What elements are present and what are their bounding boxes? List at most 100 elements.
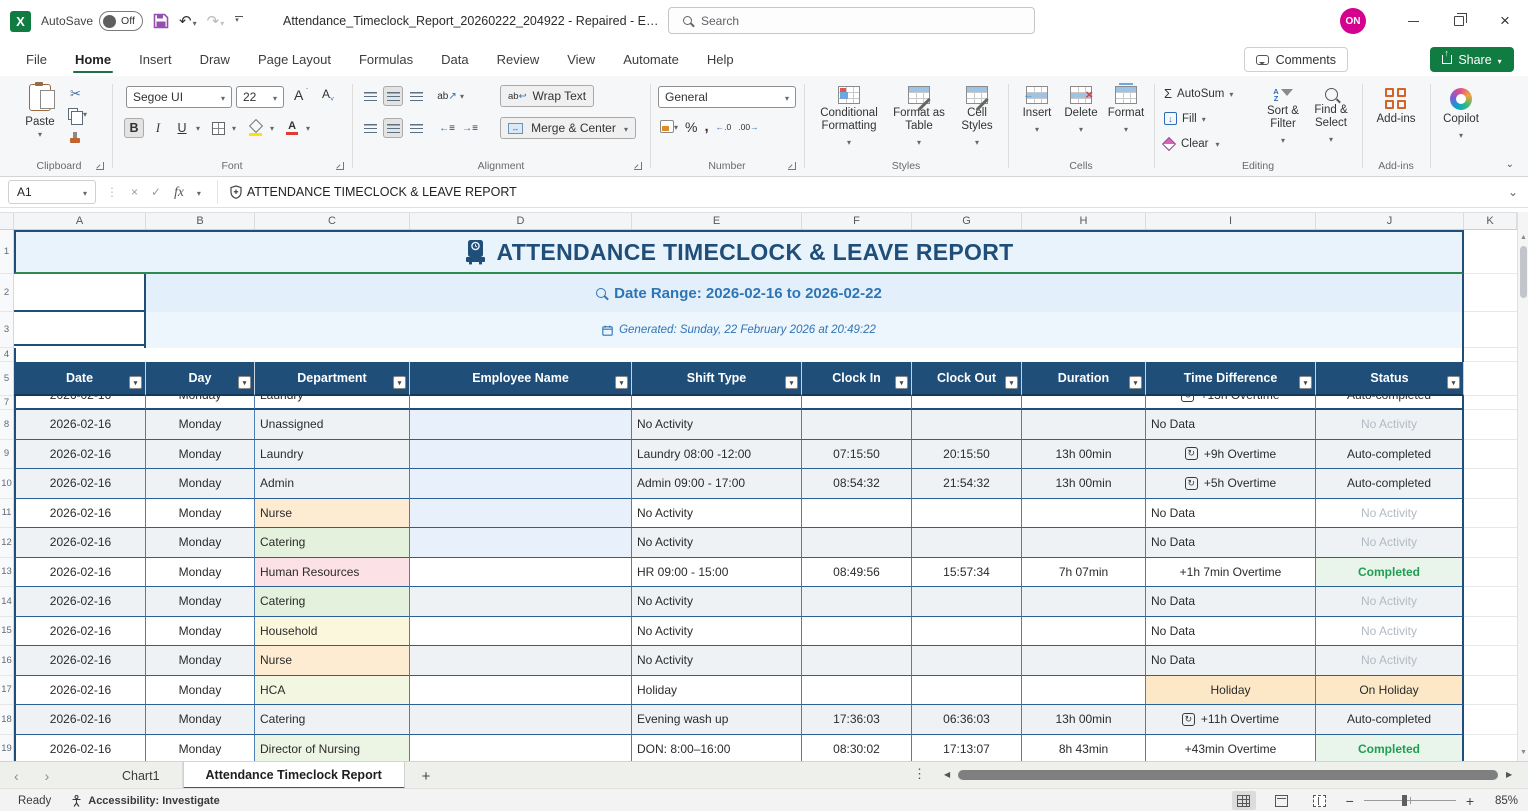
cell-status[interactable]: Completed bbox=[1316, 735, 1464, 762]
column-header-clock-out[interactable]: Clock Out bbox=[912, 362, 1022, 396]
cell-time-difference[interactable]: No Data bbox=[1146, 587, 1316, 617]
zoom-track[interactable] bbox=[1364, 800, 1456, 801]
font-dialog-launcher-icon[interactable] bbox=[336, 162, 344, 170]
cell-day[interactable]: Monday bbox=[146, 410, 255, 440]
orientation-button[interactable]: ab↗ bbox=[437, 86, 457, 106]
column-header-H[interactable]: H bbox=[1022, 213, 1146, 229]
next-sheet-icon[interactable]: › bbox=[45, 768, 50, 784]
cell-employee-name[interactable] bbox=[410, 528, 632, 558]
column-header-department[interactable]: Department bbox=[255, 362, 410, 396]
row-header-13[interactable]: 13 bbox=[0, 558, 13, 588]
cell-clock-in[interactable] bbox=[802, 499, 912, 529]
select-all-corner[interactable] bbox=[0, 213, 14, 229]
cell-clock-in[interactable] bbox=[802, 617, 912, 647]
filter-dropdown-icon[interactable] bbox=[393, 376, 406, 389]
cell-shift-type[interactable]: Laundry 08:00 -12:00 bbox=[632, 440, 802, 470]
column-header-B[interactable]: B bbox=[146, 213, 255, 229]
cell-employee-name[interactable] bbox=[410, 617, 632, 647]
column-header-D[interactable]: D bbox=[410, 213, 632, 229]
cell-department[interactable]: Admin bbox=[255, 469, 410, 499]
cell-duration[interactable] bbox=[1022, 528, 1146, 558]
cell-shift-type[interactable]: No Activity bbox=[632, 646, 802, 676]
clipboard-dialog-launcher-icon[interactable] bbox=[96, 162, 104, 170]
redo-button[interactable]: ↷ bbox=[207, 12, 225, 30]
cell-status[interactable]: No Activity bbox=[1316, 499, 1464, 529]
align-right-button[interactable] bbox=[406, 118, 426, 138]
save-icon[interactable] bbox=[153, 13, 169, 29]
empty-cell[interactable] bbox=[1464, 230, 1517, 274]
decrease-font-button[interactable]: A˅ bbox=[322, 87, 334, 103]
cell-day[interactable]: Monday bbox=[146, 617, 255, 647]
cell-shift-type[interactable]: HR 09:00 - 15:00 bbox=[632, 558, 802, 588]
cell-date[interactable]: 2026-02-16 bbox=[14, 617, 146, 647]
align-center-button[interactable] bbox=[383, 118, 403, 138]
tab-options-icon[interactable]: ⋮ bbox=[913, 766, 926, 782]
cell-clock-out[interactable]: 21:54:32 bbox=[912, 469, 1022, 499]
empty-cell[interactable] bbox=[1464, 558, 1517, 588]
column-header-I[interactable]: I bbox=[1146, 213, 1316, 229]
row-header-3[interactable]: 3 bbox=[0, 312, 13, 348]
cell-clock-in[interactable] bbox=[802, 410, 912, 440]
find-select-button[interactable]: Find & Select bbox=[1308, 88, 1354, 146]
cell-time-difference[interactable]: No Data bbox=[1146, 617, 1316, 647]
empty-cell[interactable] bbox=[1464, 348, 1517, 362]
cell-day[interactable]: Monday bbox=[146, 396, 255, 410]
cell-clock-out[interactable] bbox=[912, 396, 1022, 410]
cell-time-difference[interactable]: No Data bbox=[1146, 410, 1316, 440]
copy-button[interactable] bbox=[68, 108, 87, 120]
cell-clock-in[interactable]: 17:36:03 bbox=[802, 705, 912, 735]
ribbon-tab-help[interactable]: Help bbox=[693, 42, 748, 76]
row-header-2[interactable]: 2 bbox=[0, 274, 13, 312]
cell-day[interactable]: Monday bbox=[146, 440, 255, 470]
cell-clock-out[interactable] bbox=[912, 528, 1022, 558]
cell-time-difference[interactable]: +43min Overtime bbox=[1146, 735, 1316, 762]
cell-duration[interactable]: 13h 00min bbox=[1022, 469, 1146, 499]
excel-app-icon[interactable]: X bbox=[10, 11, 31, 32]
number-dialog-launcher-icon[interactable] bbox=[788, 162, 796, 170]
column-header-date[interactable]: Date bbox=[14, 362, 146, 396]
page-break-view-button[interactable] bbox=[1308, 791, 1332, 810]
cell-department[interactable]: Catering bbox=[255, 705, 410, 735]
cell-status[interactable]: Completed bbox=[1316, 558, 1464, 588]
vertical-scrollbar[interactable]: ▲ ▼ bbox=[1517, 212, 1528, 761]
cut-button[interactable]: ✂ bbox=[70, 86, 81, 102]
cell-employee-name[interactable] bbox=[410, 558, 632, 588]
empty-cell[interactable] bbox=[1464, 362, 1517, 396]
cell-date[interactable]: 2026-02-16 bbox=[14, 646, 146, 676]
minimize-button[interactable] bbox=[1390, 0, 1436, 42]
fill-color-button[interactable] bbox=[246, 118, 266, 138]
merge-center-button[interactable]: ↔ Merge & Center bbox=[500, 117, 636, 139]
align-bottom-button[interactable] bbox=[406, 86, 426, 106]
column-header-F[interactable]: F bbox=[802, 213, 912, 229]
font-color-button[interactable]: A bbox=[282, 118, 302, 138]
cell-clock-out[interactable] bbox=[912, 646, 1022, 676]
fill-button[interactable]: ↓ Fill bbox=[1164, 112, 1206, 125]
empty-cell[interactable] bbox=[1464, 587, 1517, 617]
cell-duration[interactable]: 13h 00min bbox=[1022, 440, 1146, 470]
cancel-entry-button[interactable]: × bbox=[131, 185, 138, 199]
cell-employee-name[interactable] bbox=[410, 735, 632, 762]
filter-dropdown-icon[interactable] bbox=[129, 376, 142, 389]
wrap-text-button[interactable]: ab↩ Wrap Text bbox=[500, 85, 594, 107]
cell-clock-out[interactable]: 06:36:03 bbox=[912, 705, 1022, 735]
cell-duration[interactable] bbox=[1022, 617, 1146, 647]
cell-department[interactable]: HCA bbox=[255, 676, 410, 706]
percent-style-button[interactable]: % bbox=[685, 119, 697, 135]
ribbon-tab-home[interactable]: Home bbox=[61, 42, 125, 76]
cell-date[interactable]: 2026-02-16 bbox=[14, 528, 146, 558]
scroll-up-icon[interactable]: ▲ bbox=[1518, 230, 1528, 244]
autosum-button[interactable]: Σ AutoSum bbox=[1164, 86, 1233, 101]
empty-cell[interactable] bbox=[1464, 617, 1517, 647]
vertical-scroll-thumb[interactable] bbox=[1520, 246, 1527, 298]
cell-clock-out[interactable]: 20:15:50 bbox=[912, 440, 1022, 470]
cell-duration[interactable] bbox=[1022, 396, 1146, 410]
empty-cell[interactable] bbox=[1464, 469, 1517, 499]
cell-date[interactable]: 2026-02-16 bbox=[14, 558, 146, 588]
cell-status[interactable]: No Activity bbox=[1316, 646, 1464, 676]
column-header-K[interactable]: K bbox=[1464, 213, 1517, 229]
filter-dropdown-icon[interactable] bbox=[1129, 376, 1142, 389]
zoom-thumb[interactable] bbox=[1402, 795, 1407, 806]
cell-shift-type[interactable]: No Activity bbox=[632, 528, 802, 558]
cell-day[interactable]: Monday bbox=[146, 528, 255, 558]
increase-font-button[interactable]: A＾ bbox=[294, 87, 310, 103]
